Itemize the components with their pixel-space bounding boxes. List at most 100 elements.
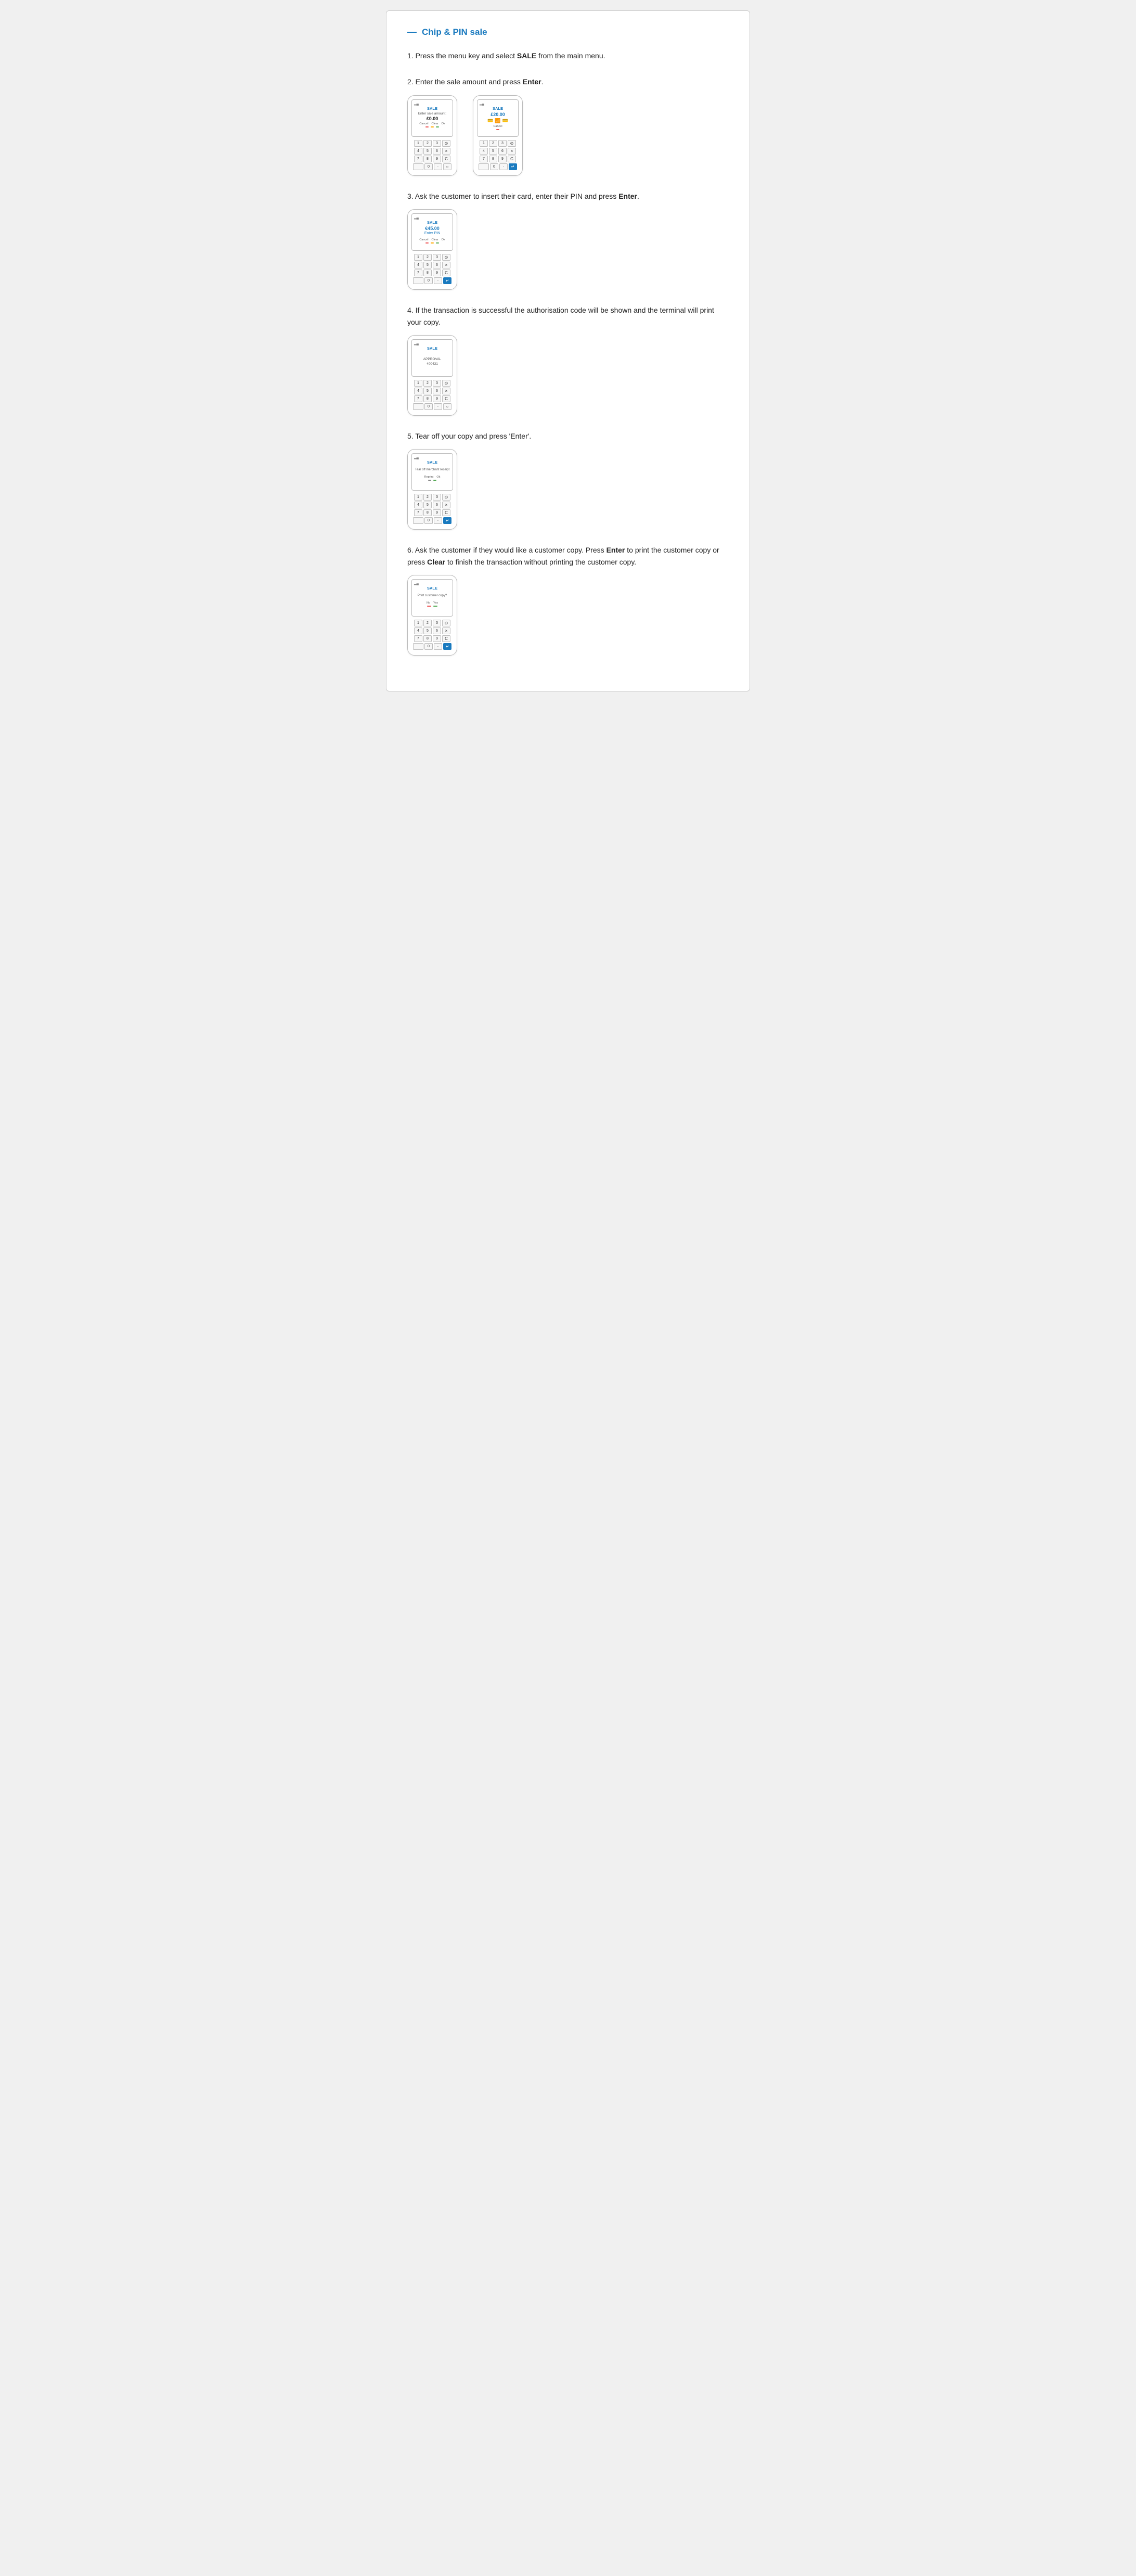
key-7: 7 [414,156,422,162]
screen-msg-6: Print customer copy? [418,594,447,598]
key-search-d: ⊙ [442,380,450,387]
clear-btn-3 [431,242,434,243]
step-3: 3. Ask the customer to insert their card… [407,190,729,290]
step-3-terminals: ▂▄ SALE €45.00 Enter PIN Cancel Clear Ok [407,209,729,290]
key-9c: 9 [433,270,441,276]
terminal-4: ▂▄ SALE APPROVAL400431 1 2 3 ⊙ 4 5 [407,335,457,416]
cancel-label-2: Cancel [493,125,502,128]
key-8e: 8 [423,509,432,516]
clear-label: Clear [431,122,438,125]
key-5d: 5 [423,388,432,394]
key-dot-c: · [434,277,442,284]
key-search-c: ⊙ [442,254,450,261]
screen-title-4: SALE [427,346,437,351]
key-space [413,163,423,170]
key-dot-d: · [434,403,442,410]
keypad-6: 1 2 3 ⊙ 4 5 6 × 7 8 9 C [411,620,453,650]
key-1f: 1 [414,620,422,626]
key-xb: × [508,148,516,155]
key-5b: 5 [489,148,497,155]
signal-icon: ▂▄ [414,102,419,106]
key-6e: 6 [433,502,441,508]
screen-icons: 💳 📶 💳 [487,118,508,124]
key-xd: × [442,388,450,394]
key-enter-e: ↵ [443,517,451,524]
card-icon-2: 📶 [495,118,500,124]
key-enter-empty: ○ [443,163,451,170]
key-1d: 1 [414,380,422,387]
step-1-text: 1. Press the menu key and select SALE fr… [407,50,729,61]
key-3c: 3 [433,254,441,261]
key-7e: 7 [414,509,422,516]
key-1b: 1 [480,140,488,147]
screen-amount-2: £20.00 [490,112,505,117]
key-enter-f: ↵ [443,643,451,650]
screen-amount: £0.00 [427,116,438,121]
screen-pin: Enter PIN [424,232,440,235]
key-dot: · [434,163,442,170]
step-2-terminals: ▂▄ SALE Enter sale amount: £0.00 Cancel … [407,95,729,176]
terminal-6-screen: ▂▄ SALE Print customer copy? No Yes [411,579,453,617]
key-4d: 4 [414,388,422,394]
yes-btn [433,606,437,607]
key-cc: C [442,270,450,276]
key-space-d [413,403,423,410]
key-8d: 8 [423,395,432,402]
key-search-f: ⊙ [442,620,450,626]
key-5f: 5 [423,627,432,634]
ok-btn-3 [436,242,439,243]
key-4f: 4 [414,627,422,634]
key-ce: C [442,509,450,516]
key-enter-c: ↵ [443,277,451,284]
key-9b: 9 [498,156,507,162]
no-btn [427,606,431,607]
key-5e: 5 [423,502,432,508]
page-title: — Chip & PIN sale [407,27,729,37]
key-3: 3 [433,140,441,147]
cancel-label-3: Cancel [419,238,428,241]
keypad-1: 1 2 3 ⊙ 4 5 6 × 7 8 9 C [411,140,453,170]
key-dot-e: · [434,517,442,524]
key-7d: 7 [414,395,422,402]
clear-label-3: Clear [431,238,438,241]
key-cf: C [442,635,450,642]
terminal-2-screen: ▂▄ SALE £20.00 💳 📶 💳 Cancel [477,99,519,137]
signal-icon-2: ▂▄ [480,102,484,106]
key-dot-f: · [434,643,442,650]
key-0f: 0 [424,643,433,650]
key-3f: 3 [433,620,441,626]
key-6c: 6 [433,262,441,268]
step-4-text: 4. If the transaction is successful the … [407,304,729,328]
key-2f: 2 [423,620,432,626]
page-container: — Chip & PIN sale 1. Press the menu key … [386,10,750,691]
key-4: 4 [414,148,422,155]
key-space-c [413,277,423,284]
key-0e: 0 [424,517,433,524]
key-space-f [413,643,423,650]
key-enter-d: ○ [443,403,451,410]
key-9e: 9 [433,509,441,516]
reprint-label: Reprint [424,476,434,479]
signal-icon-3: ▂▄ [414,216,419,220]
key-5: 5 [423,148,432,155]
card-icon-3: 💳 [502,118,508,124]
key-8: 8 [423,156,432,162]
key-3d: 3 [433,380,441,387]
terminal-4-screen: ▂▄ SALE APPROVAL400431 [411,339,453,377]
screen-title-5: SALE [427,460,437,465]
key-cd: C [442,395,450,402]
cancel-btn-2 [496,129,499,130]
signal-icon-5: ▂▄ [414,456,419,459]
terminal-1: ▂▄ SALE Enter sale amount: £0.00 Cancel … [407,95,457,176]
cancel-label: Cancel [419,122,428,125]
ok-btn-5 [433,480,436,481]
step-5: 5. Tear off your copy and press 'Enter'.… [407,430,729,530]
key-2b: 2 [489,140,497,147]
cancel-btn [425,126,429,127]
key-search-e: ⊙ [442,494,450,501]
key-x: × [442,148,450,155]
ok-label-3: Ok [442,238,445,241]
step-2: 2. Enter the sale amount and press Enter… [407,76,729,175]
step-6-text: 6. Ask the customer if they would like a… [407,544,729,568]
key-1c: 1 [414,254,422,261]
